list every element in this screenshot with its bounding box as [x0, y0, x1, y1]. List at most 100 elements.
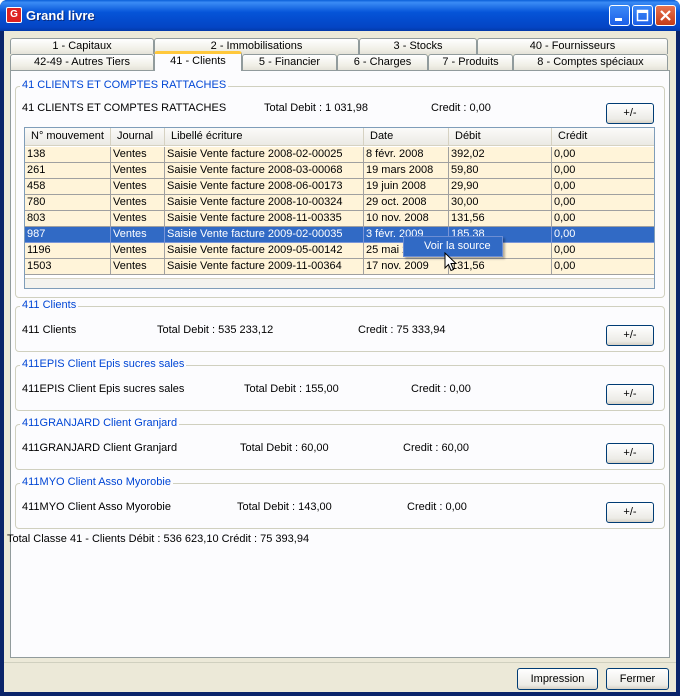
table-cell: 138 [25, 147, 111, 163]
total-debit: Total Debit : 535 233,12 [157, 324, 274, 336]
total-credit: Credit : 0,00 [431, 102, 491, 114]
table-cell: 780 [25, 195, 111, 211]
table-cell: 131,56 [449, 211, 552, 227]
table-cell: 30,00 [449, 195, 552, 211]
account-name: 411GRANJARD Client Granjard [22, 442, 178, 454]
table-cell: 0,00 [552, 227, 654, 243]
expand-toggle-button[interactable]: +/- [606, 384, 654, 405]
table-cell: 1196 [25, 243, 111, 259]
table-cell: Ventes [111, 179, 165, 195]
tab-charges[interactable]: 6 - Charges [337, 54, 428, 70]
table-cell: 19 juin 2008 [364, 179, 449, 195]
tab-autres-tiers[interactable]: 42-49 - Autres Tiers [10, 54, 154, 70]
window-client-area: 1 - Capitaux 2 - Immobilisations 3 - Sto… [4, 31, 676, 692]
account-name: 411EPIS Client Epis sucres sales [22, 383, 185, 395]
column-header[interactable]: Débit [449, 128, 552, 146]
table-cell: 17 nov. 2009 [364, 259, 449, 275]
table-cell: Ventes [111, 147, 165, 163]
table-cell: 0,00 [552, 179, 654, 195]
column-header[interactable]: Libellé écriture [165, 128, 364, 146]
table-cell: Ventes [111, 259, 165, 275]
table-row[interactable]: 780 Ventes Saisie Vente facture 2008-10-00… [25, 195, 654, 211]
maximize-icon [636, 9, 649, 22]
table-cell: Saisie Vente facture 2008-10-00324 [165, 195, 364, 211]
expand-toggle-button[interactable]: +/- [606, 325, 654, 346]
group-account-411granjard: 411GRANJARD Client Granjard 411GRANJARD … [15, 417, 665, 470]
tab-capitaux[interactable]: 1 - Capitaux [10, 38, 154, 54]
table-row[interactable]: 987 Ventes Saisie Vente facture 2009-02-00… [25, 227, 654, 243]
total-credit: Credit : 75 333,94 [358, 324, 446, 336]
maximize-button[interactable] [632, 5, 653, 26]
minimize-button[interactable] [609, 5, 630, 26]
table-cell: 0,00 [552, 195, 654, 211]
group-title: 411 Clients [20, 299, 79, 311]
table-cell: Saisie Vente facture 2009-11-00364 [165, 259, 364, 275]
table-row[interactable]: 261 Ventes Saisie Vente facture 2008-03-00… [25, 163, 654, 179]
table-cell: Saisie Vente facture 2008-06-00173 [165, 179, 364, 195]
total-debit: Total Debit : 155,00 [244, 383, 339, 395]
expand-toggle-button[interactable]: +/- [606, 502, 654, 523]
minimize-icon [615, 18, 622, 21]
table-cell: Saisie Vente facture 2008-11-00335 [165, 211, 364, 227]
table-cell: 0,00 [552, 211, 654, 227]
group-title: 411GRANJARD Client Granjard [20, 417, 180, 429]
account-name: 41 CLIENTS ET COMPTES RATTACHES [22, 102, 227, 114]
column-header[interactable]: Journal [111, 128, 165, 146]
tab-produits[interactable]: 7 - Produits [428, 54, 513, 70]
table-cell: 29,90 [449, 179, 552, 195]
table-row[interactable]: 1503 Ventes Saisie Vente facture 2009-11-0… [25, 259, 654, 275]
group-title: 41 CLIENTS ET COMPTES RATTACHES [20, 79, 229, 91]
table-cell: 261 [25, 163, 111, 179]
table-row[interactable]: 1196 Ventes Saisie Vente facture 2009-05-0… [25, 243, 654, 259]
table-cell: 10 nov. 2008 [364, 211, 449, 227]
tab-clients[interactable]: 41 - Clients [154, 51, 242, 71]
close-button[interactable]: Fermer [606, 668, 669, 690]
table-cell: Saisie Vente facture 2008-03-00068 [165, 163, 364, 179]
column-header[interactable]: N° mouvement [25, 128, 111, 146]
table-cell: Ventes [111, 163, 165, 179]
table-cell: 458 [25, 179, 111, 195]
table-cell: 392,02 [449, 147, 552, 163]
tab-financier[interactable]: 5 - Financier [242, 54, 337, 70]
group-account-411myo: 411MYO Client Asso Myorobie 411MYO Clien… [15, 476, 665, 529]
table-cell: 0,00 [552, 163, 654, 179]
column-header[interactable]: Date [364, 128, 449, 146]
table-cell: 1503 [25, 259, 111, 275]
print-button[interactable]: Impression [517, 668, 598, 690]
total-credit: Credit : 60,00 [403, 442, 470, 454]
total-debit: Total Debit : 60,00 [240, 442, 329, 454]
table-cell: 0,00 [552, 259, 654, 275]
expand-toggle-button[interactable]: +/- [606, 103, 654, 124]
total-debit: Total Debit : 143,00 [237, 501, 332, 513]
table-cell: 0,00 [552, 147, 654, 163]
tab-fournisseurs[interactable]: 40 - Fournisseurs [477, 38, 668, 54]
table-row[interactable]: 803 Ventes Saisie Vente facture 2008-11-00… [25, 211, 654, 227]
group-account-411: 411 Clients 411 Clients Total Debit : 53… [15, 299, 665, 352]
table-cell: 131,56 [449, 259, 552, 275]
table-cell: 803 [25, 211, 111, 227]
table-row[interactable]: 138 Ventes Saisie Vente facture 2008-02-00… [25, 147, 654, 163]
table-cell: 19 mars 2008 [364, 163, 449, 179]
total-credit: Credit : 0,00 [411, 383, 471, 395]
table-cell: Ventes [111, 195, 165, 211]
group-title: 411MYO Client Asso Myorobie [20, 476, 173, 488]
close-window-button[interactable] [655, 5, 676, 26]
total-credit: Credit : 0,00 [407, 501, 467, 513]
table-cell: 59,80 [449, 163, 552, 179]
horizontal-scrollbar[interactable] [25, 278, 654, 288]
title-bar[interactable]: G Grand livre [0, 0, 680, 31]
total-debit: Total Debit : 1 031,98 [264, 102, 368, 114]
table-cell: Saisie Vente facture 2009-02-00035 [165, 227, 364, 243]
table-row[interactable]: 458 Ventes Saisie Vente facture 2008-06-00… [25, 179, 654, 195]
expand-toggle-button[interactable]: +/- [606, 443, 654, 464]
close-icon [660, 10, 671, 21]
column-header[interactable]: Crédit [552, 128, 654, 146]
tab-stocks[interactable]: 3 - Stocks [359, 38, 477, 54]
table-cell: 8 févr. 2008 [364, 147, 449, 163]
app-icon: G [6, 7, 22, 23]
tab-panel-clients: 41 CLIENTS ET COMPTES RATTACHES 41 CLIEN… [7, 70, 670, 658]
tab-comptes-speciaux[interactable]: 8 - Comptes spéciaux [513, 54, 668, 70]
table-cell: Ventes [111, 211, 165, 227]
table-cell: Ventes [111, 243, 165, 259]
table-cell: 0,00 [552, 243, 654, 259]
